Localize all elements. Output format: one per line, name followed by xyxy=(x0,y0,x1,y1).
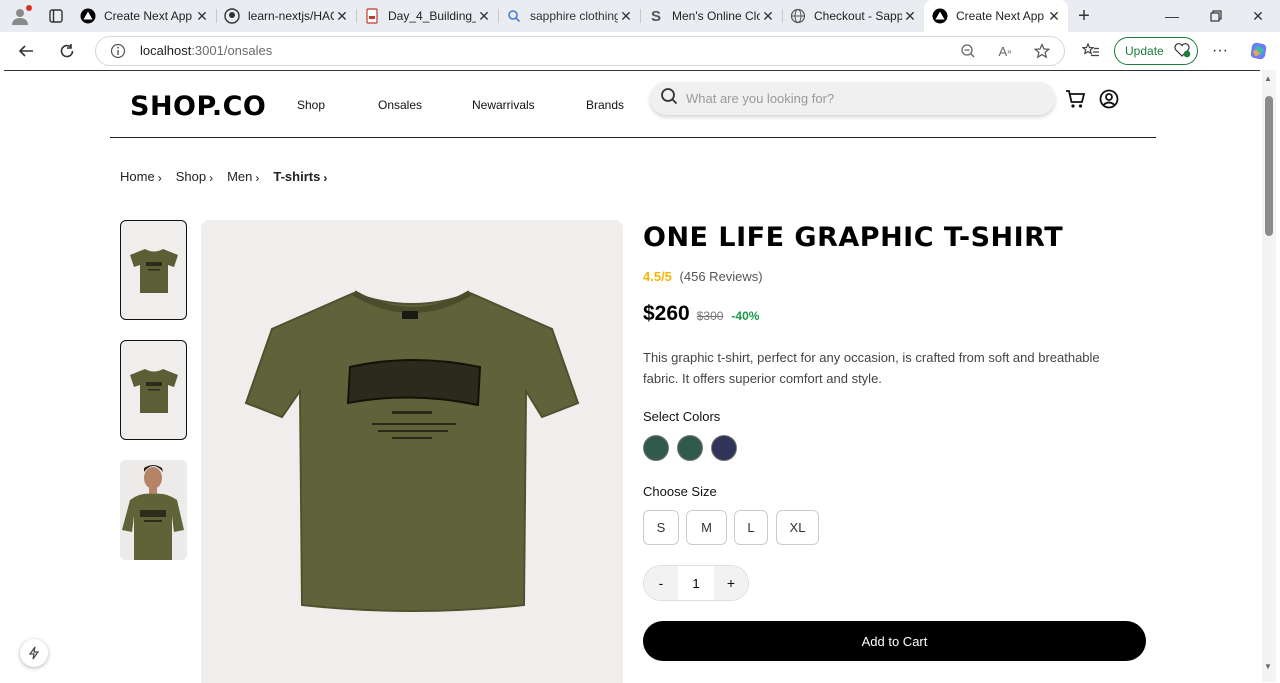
refresh-icon[interactable] xyxy=(51,35,83,67)
breadcrumb-tshirts[interactable]: T-shirts › xyxy=(273,168,327,185)
product-thumbnail-model[interactable] xyxy=(120,460,187,560)
close-window-icon[interactable]: ✕ xyxy=(1236,0,1280,32)
product-description: This graphic t-shirt, perfect for any oc… xyxy=(643,350,1100,386)
add-to-cart-button[interactable]: Add to Cart xyxy=(643,621,1146,661)
breadcrumb: Home › Shop › Men › T-shirts › xyxy=(120,168,341,185)
update-button[interactable]: Update xyxy=(1114,37,1198,65)
copilot-icon[interactable] xyxy=(1247,39,1271,63)
product-thumbnail-2[interactable] xyxy=(120,340,187,440)
close-tab-icon[interactable]: ✕ xyxy=(334,8,350,24)
quantity-value: 1 xyxy=(692,575,700,591)
close-tab-icon[interactable]: ✕ xyxy=(902,8,918,24)
close-tab-icon[interactable]: ✕ xyxy=(194,8,210,24)
browser-tab[interactable]: learn-nextjs/HAC ✕ xyxy=(216,0,356,32)
browser-tab[interactable]: S Men's Online Clo ✕ xyxy=(640,0,782,32)
search-bar[interactable] xyxy=(650,82,1055,115)
color-swatch-teal[interactable] xyxy=(677,435,703,461)
close-tab-icon[interactable]: ✕ xyxy=(1046,8,1062,24)
search-icon xyxy=(660,87,678,110)
scroll-up-icon[interactable]: ▲ xyxy=(1264,74,1272,83)
lightning-icon[interactable] xyxy=(20,639,48,667)
minimize-icon[interactable]: — xyxy=(1150,0,1194,32)
user-account-icon[interactable] xyxy=(1098,88,1120,110)
product-rating: 4.5/5 (456 Reviews) xyxy=(643,269,763,284)
breadcrumb-home[interactable]: Home › xyxy=(120,168,162,185)
product-main-image xyxy=(201,220,623,683)
read-aloud-icon[interactable]: A» xyxy=(993,39,1017,63)
discount-badge: -40% xyxy=(731,309,760,323)
chevron-right-icon: › xyxy=(323,171,328,185)
profile-avatar-icon[interactable] xyxy=(0,0,40,32)
browser-tab[interactable]: Checkout - Sapph ✕ xyxy=(782,0,924,32)
url-field[interactable]: localhost:3001/onsales A» xyxy=(95,36,1065,66)
address-bar: localhost:3001/onsales A» Update ··· xyxy=(0,32,1280,69)
close-tab-icon[interactable]: ✕ xyxy=(618,8,634,24)
chevron-right-icon: › xyxy=(157,171,162,185)
triangle-logo-icon xyxy=(80,8,96,24)
url-text: localhost:3001/onsales xyxy=(140,43,273,58)
back-arrow-icon[interactable] xyxy=(10,35,42,67)
size-l-button[interactable]: L xyxy=(734,510,768,545)
page-scrollbar[interactable]: ▲ ▼ xyxy=(1262,70,1276,682)
chevron-right-icon: › xyxy=(209,171,214,185)
favorites-list-icon[interactable] xyxy=(1079,39,1103,63)
site-header: SHOP.CO Shop Onsales Newarrivals Brands xyxy=(110,71,1156,138)
globe-icon xyxy=(790,8,806,24)
nav-shop[interactable]: Shop xyxy=(297,98,325,112)
increase-quantity-button[interactable]: + xyxy=(714,566,748,600)
browser-tab[interactable]: Create Next App ✕ xyxy=(72,0,216,32)
browser-tab-active[interactable]: Create Next App ✕ xyxy=(924,0,1068,32)
breadcrumb-shop[interactable]: Shop › xyxy=(176,168,213,185)
original-price: $300 xyxy=(696,309,724,323)
quantity-stepper: - 1 + xyxy=(643,565,749,601)
product-title: ONE LIFE GRAPHIC T-SHIRT xyxy=(643,222,1064,253)
zoom-out-icon[interactable] xyxy=(956,39,980,63)
nav-newarrivals[interactable]: Newarrivals xyxy=(472,98,535,112)
scroll-down-icon[interactable]: ▼ xyxy=(1264,662,1272,671)
favorite-star-icon[interactable] xyxy=(1030,39,1054,63)
scrollbar-thumb[interactable] xyxy=(1265,96,1273,236)
info-icon[interactable] xyxy=(110,43,126,64)
color-swatch-green[interactable] xyxy=(643,435,669,461)
browser-tab[interactable]: sapphire clothing ✕ xyxy=(498,0,640,32)
heart-update-icon xyxy=(1173,42,1191,61)
current-price: $260 xyxy=(643,302,690,325)
restore-icon[interactable] xyxy=(1194,0,1238,32)
size-xl-button[interactable]: XL xyxy=(776,510,819,545)
web-page: SHOP.CO Shop Onsales Newarrivals Brands … xyxy=(4,70,1260,683)
product-thumbnail-1[interactable] xyxy=(120,220,187,320)
github-icon xyxy=(224,8,240,24)
new-tab-plus-icon[interactable]: + xyxy=(1068,0,1100,32)
search-icon xyxy=(506,8,522,24)
browser-tab[interactable]: Day_4_Building_D ✕ xyxy=(356,0,498,32)
more-menu-icon[interactable]: ··· xyxy=(1208,39,1232,63)
color-swatch-navy[interactable] xyxy=(711,435,737,461)
site-logo[interactable]: SHOP.CO xyxy=(130,91,266,122)
product-price: $260 $300 -40% xyxy=(643,302,759,326)
pdf-icon xyxy=(364,8,380,24)
select-colors-label: Select Colors xyxy=(643,409,721,424)
close-tab-icon[interactable]: ✕ xyxy=(476,8,492,24)
nav-onsales[interactable]: Onsales xyxy=(378,98,422,112)
tab-actions-icon[interactable] xyxy=(40,0,72,32)
nav-brands[interactable]: Brands xyxy=(586,98,624,112)
size-s-button[interactable]: S xyxy=(643,510,679,545)
chevron-right-icon: › xyxy=(255,171,260,185)
s-logo-icon: S xyxy=(650,7,661,25)
cart-icon[interactable] xyxy=(1065,88,1087,110)
search-input[interactable] xyxy=(686,91,1026,106)
breadcrumb-men[interactable]: Men › xyxy=(227,168,259,185)
tab-bar: Create Next App ✕ learn-nextjs/HAC ✕ Day… xyxy=(0,0,1280,32)
size-m-button[interactable]: M xyxy=(686,510,727,545)
decrease-quantity-button[interactable]: - xyxy=(644,566,678,600)
close-tab-icon[interactable]: ✕ xyxy=(760,8,776,24)
choose-size-label: Choose Size xyxy=(643,484,717,499)
triangle-logo-icon xyxy=(932,8,948,24)
